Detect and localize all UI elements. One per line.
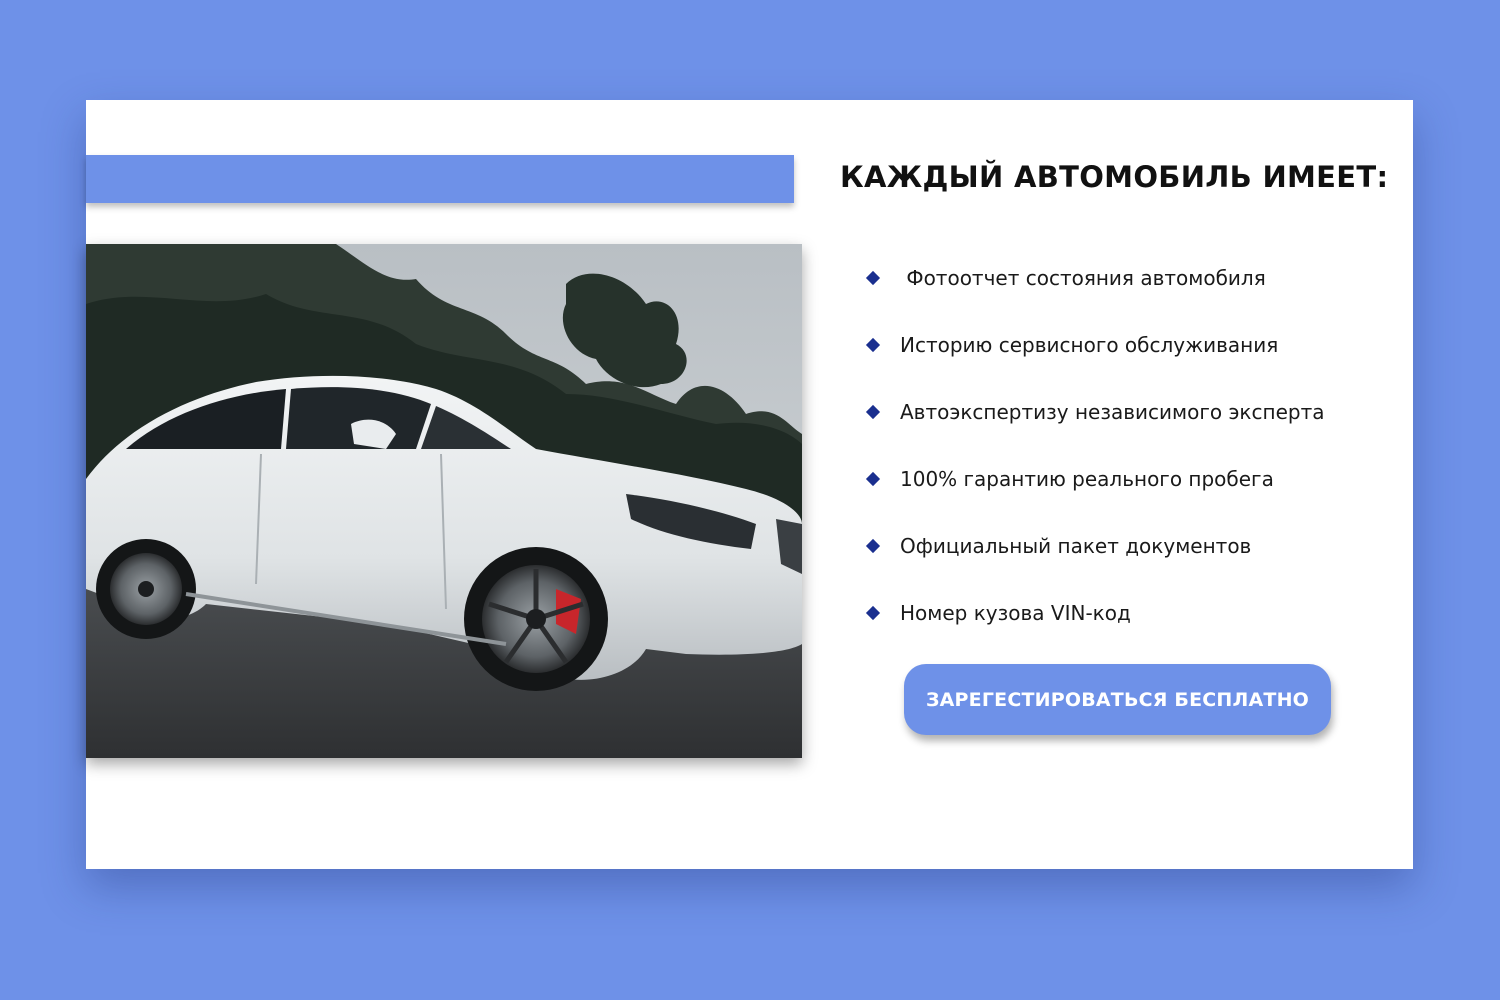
page-title: КАЖДЫЙ АВТОМОБИЛЬ ИМЕЕТ:	[840, 160, 1389, 194]
diamond-bullet-icon	[865, 471, 881, 486]
list-item: Номер кузова VIN-код	[865, 579, 1324, 646]
feature-label: Фотоотчет состояния автомобиля	[900, 265, 1266, 290]
list-item: 100% гарантию реального пробега	[865, 445, 1324, 512]
car-photo-illustration	[86, 244, 802, 758]
register-free-button[interactable]: ЗАРЕГЕСТИРОВАТЬСЯ БЕСПЛАТНО	[904, 664, 1331, 735]
feature-label: Официальный пакет документов	[900, 533, 1252, 558]
feature-list: Фотоотчет состояния автомобиля Историю с…	[865, 244, 1325, 646]
feature-label: Автоэкспертизу независимого эксперта	[900, 399, 1325, 424]
accent-bar	[86, 155, 794, 203]
list-item: Автоэкспертизу независимого эксперта	[865, 378, 1325, 445]
diamond-bullet-icon	[865, 337, 881, 352]
diamond-bullet-icon	[865, 404, 881, 419]
feature-label: Номер кузова VIN-код	[900, 600, 1131, 625]
diamond-bullet-icon	[865, 538, 881, 553]
list-item: Историю сервисного обслуживания	[865, 311, 1324, 378]
car-photo	[86, 244, 802, 758]
diamond-bullet-icon	[865, 605, 881, 620]
list-item: Официальный пакет документов	[865, 512, 1324, 579]
promo-card: КАЖДЫЙ АВТОМОБИЛЬ ИМЕЕТ: Фотоотчет состо…	[86, 100, 1413, 869]
list-item: Фотоотчет состояния автомобиля	[865, 244, 1324, 311]
diamond-bullet-icon	[865, 270, 881, 285]
feature-label: 100% гарантию реального пробега	[900, 466, 1274, 491]
feature-label: Историю сервисного обслуживания	[900, 332, 1279, 357]
